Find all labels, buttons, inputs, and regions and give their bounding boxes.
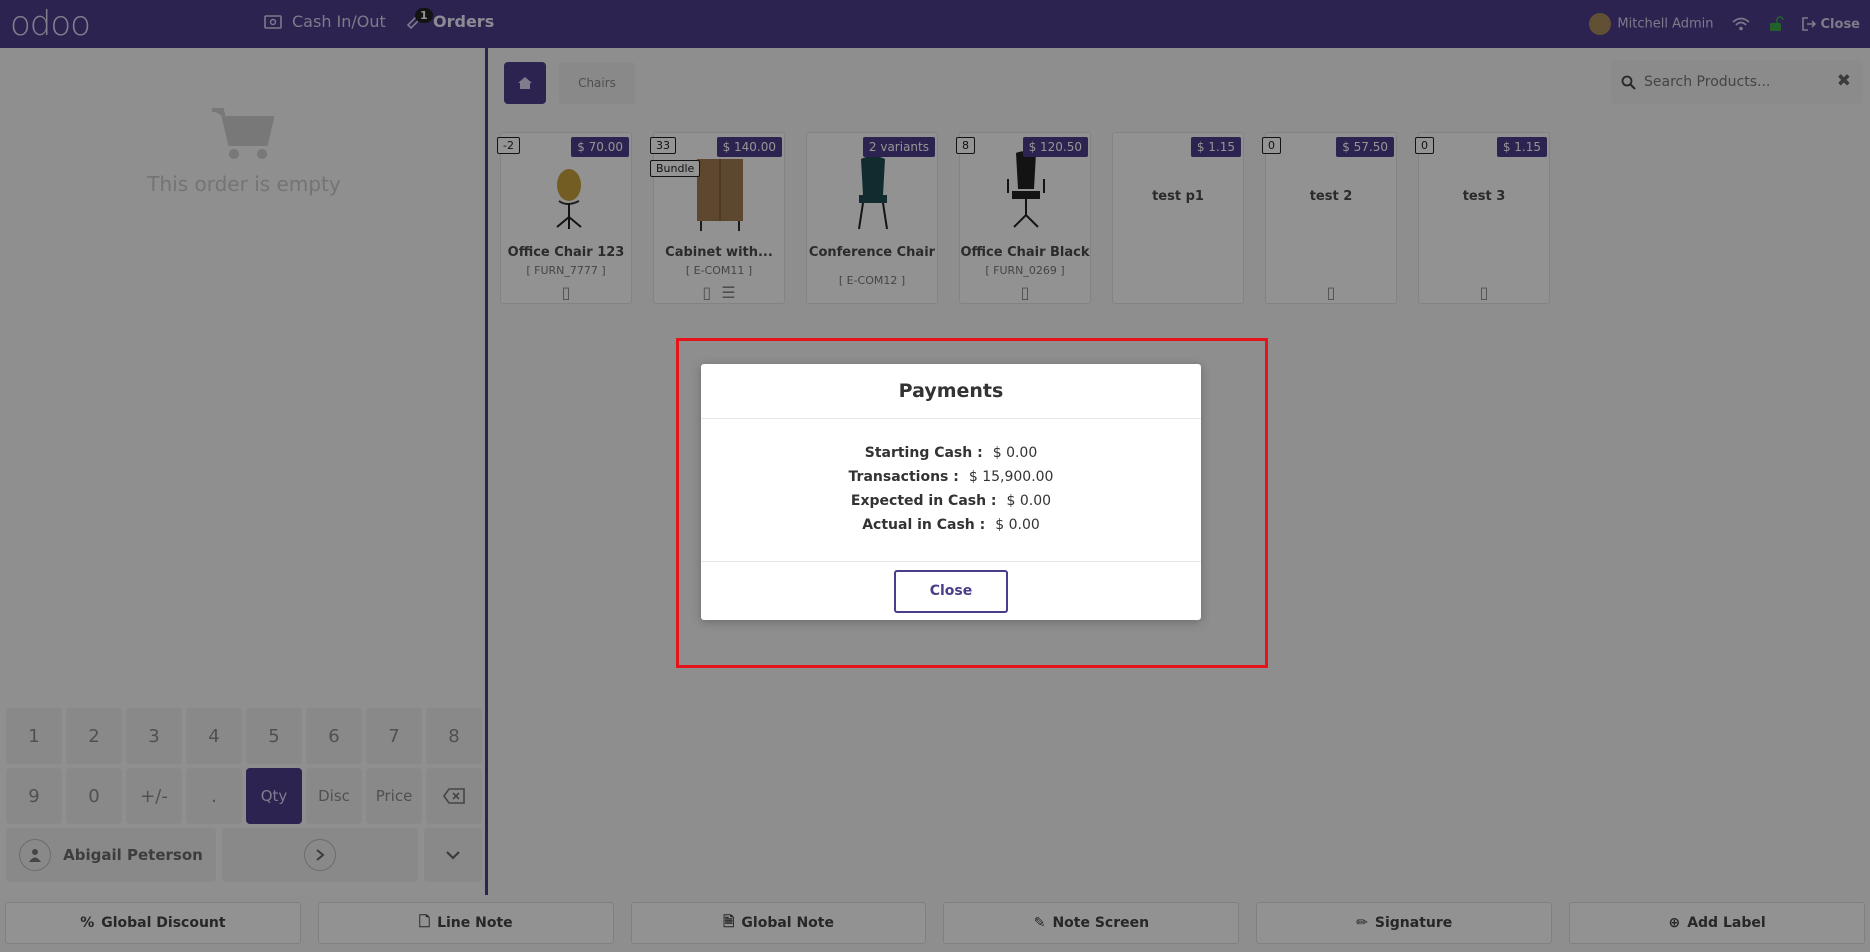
close-dialog-button[interactable]: Close	[894, 569, 1008, 613]
payments-dialog: Payments Starting Cash : $ 0.00 Transacti…	[701, 364, 1201, 620]
actual-cash-label: Actual in Cash :	[862, 517, 986, 533]
starting-cash-row: Starting Cash : $ 0.00	[701, 441, 1201, 465]
expected-cash-row: Expected in Cash : $ 0.00	[701, 489, 1201, 513]
actual-cash-row: Actual in Cash : $ 0.00	[701, 513, 1201, 537]
dialog-footer: Close	[701, 562, 1201, 620]
transactions-value: $ 15,900.00	[968, 469, 1054, 485]
dialog-body: Starting Cash : $ 0.00 Transactions : $ 15…	[701, 419, 1201, 562]
expected-cash-label: Expected in Cash :	[850, 493, 997, 509]
transactions-label: Transactions :	[848, 469, 959, 485]
transactions-row: Transactions : $ 15,900.00	[701, 465, 1201, 489]
starting-cash-value: $ 0.00	[992, 445, 1038, 461]
starting-cash-label: Starting Cash :	[864, 445, 983, 461]
expected-cash-value: $ 0.00	[1006, 493, 1052, 509]
actual-cash-value: $ 0.00	[995, 517, 1040, 533]
dialog-title: Payments	[701, 364, 1201, 419]
